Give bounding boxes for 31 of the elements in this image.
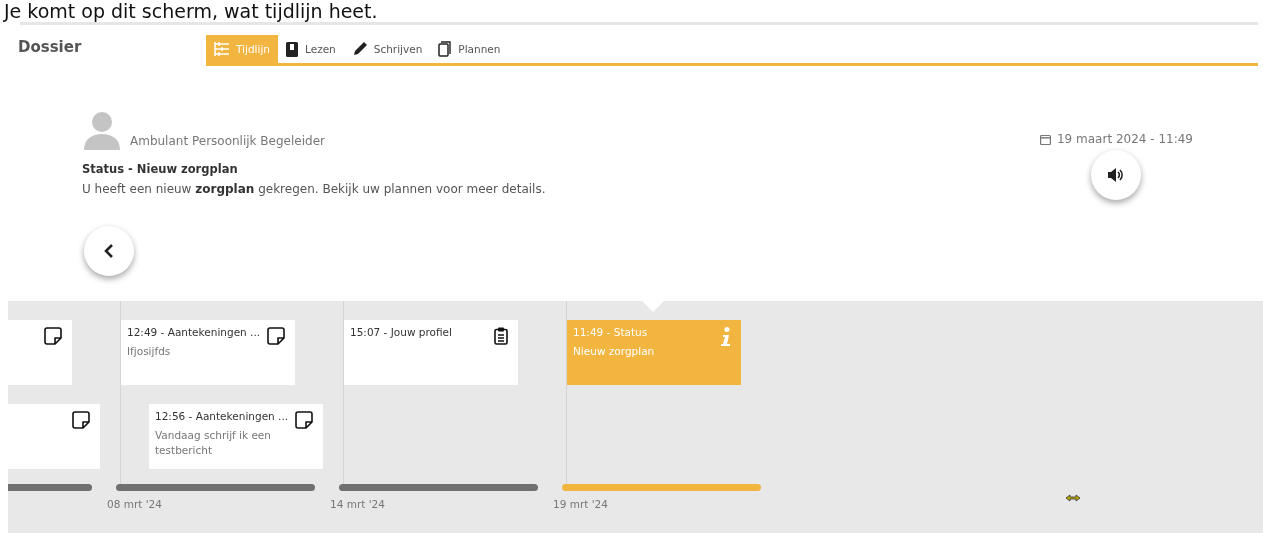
page-icon	[438, 41, 453, 57]
message-text: U heeft een nieuw zorgplan gekregen. Bekijk uw plannen voor meer details.	[82, 182, 546, 196]
note-icon	[267, 327, 285, 345]
info-icon	[721, 327, 731, 347]
page-title: Dossier	[17, 38, 83, 58]
speaker-icon	[1107, 167, 1126, 183]
book-icon	[286, 41, 299, 57]
resize-cursor-icon	[1065, 494, 1081, 502]
date-label: 08 mrt '24	[107, 498, 162, 510]
caption-text: Je komt op dit scherm, wat tijdlijn heet.	[2, 0, 379, 22]
timeline-icon	[214, 42, 230, 56]
message-title: Status - Nieuw zorgplan	[82, 162, 239, 176]
timeline-card[interactable]: 15:07 - Jouw profiel	[344, 320, 518, 385]
date-label: 19 mrt '24	[553, 498, 608, 510]
calendar-icon	[1040, 133, 1051, 145]
timeline-card[interactable]: 12:56 - Aantekeningen ... Vandaag schrijf ik een testbericht	[149, 404, 323, 469]
timeline-card[interactable]: 12:49 - Aantekeningen ... Ifjosijfds	[121, 320, 295, 385]
chevron-left-icon	[104, 244, 114, 258]
avatar-icon	[82, 110, 122, 150]
note-icon	[72, 411, 90, 429]
tab[interactable]: Plannen	[430, 35, 509, 63]
date-label: 14 mrt '24	[330, 498, 385, 510]
speaker-button[interactable]	[1091, 150, 1142, 200]
date-text: 19 maart 2024 - 11:49	[1057, 132, 1193, 146]
note-icon	[295, 411, 313, 429]
role-text: Ambulant Persoonlijk Begeleider	[130, 134, 325, 150]
pencil-icon	[351, 41, 368, 57]
note-icon	[44, 327, 62, 345]
tab[interactable]: Schrijven	[343, 35, 431, 63]
tab[interactable]: Lezen	[278, 35, 344, 63]
clipboard-icon	[494, 327, 508, 345]
